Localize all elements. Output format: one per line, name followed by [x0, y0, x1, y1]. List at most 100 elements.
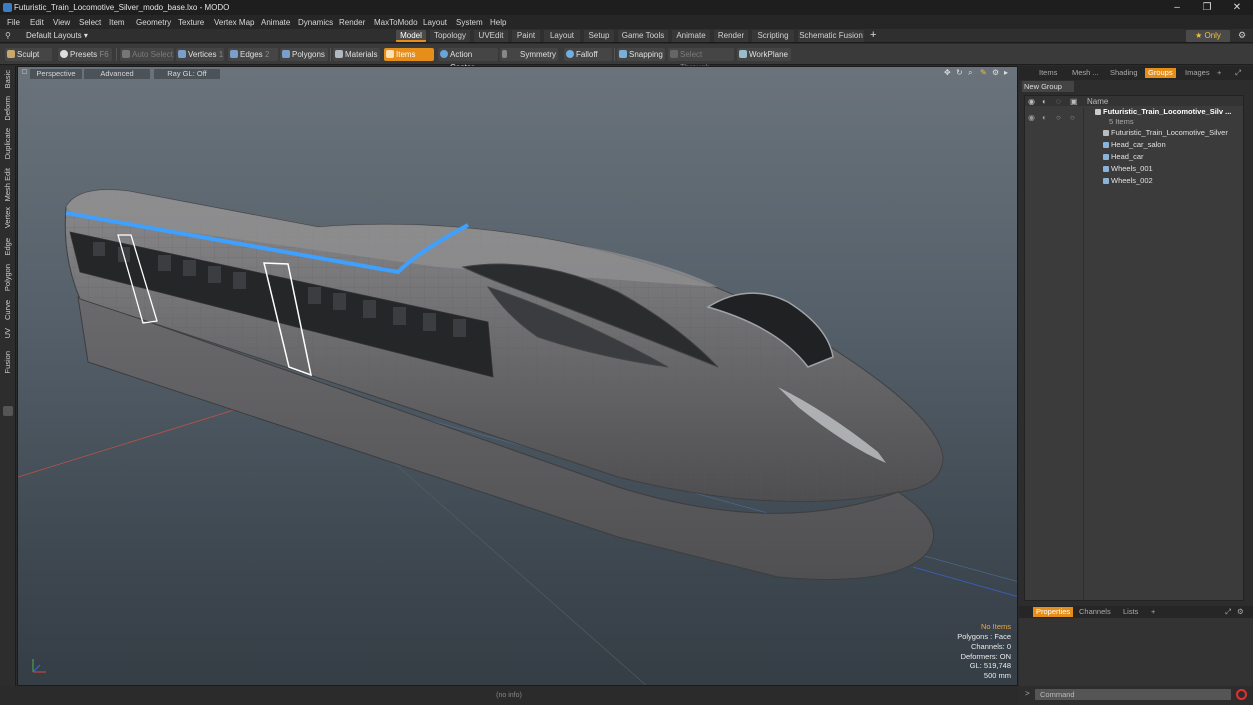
perspective-button[interactable]: Perspective — [30, 69, 82, 79]
gear-icon[interactable]: ⚙ — [1238, 30, 1246, 41]
tab-edge[interactable]: Edge — [3, 238, 12, 256]
lock-toggle-icon[interactable]: ○ — [1056, 113, 1061, 122]
vertices-button[interactable]: Vertices 1 — [176, 48, 224, 61]
menu-edit[interactable]: Edit — [30, 18, 44, 27]
menu-maxtomodo[interactable]: MaxToModo — [374, 18, 418, 27]
tree-item[interactable]: Head_car — [1103, 151, 1144, 162]
viewport-info: No Items Polygons : Face Channels: 0 Def… — [957, 622, 1011, 681]
tab-uv[interactable]: UV — [3, 328, 12, 338]
maximize-button[interactable]: ❐ — [1193, 1, 1221, 14]
tab-items[interactable]: Items — [1039, 68, 1057, 78]
menu-system[interactable]: System — [456, 18, 483, 27]
tab-images[interactable]: Images — [1185, 68, 1210, 78]
tab-basic[interactable]: Basic — [3, 70, 12, 88]
zoom-view-icon[interactable]: ⌕ — [968, 68, 972, 78]
tab-curve[interactable]: Curve — [3, 300, 12, 320]
advanced-button[interactable]: Advanced — [84, 69, 150, 79]
menu-animate[interactable]: Animate — [261, 18, 290, 27]
action-center-button[interactable]: Action Center — [438, 48, 498, 72]
tree-item[interactable]: Futuristic_Train_Locomotive_Silver — [1103, 127, 1228, 138]
tab-setup[interactable]: Setup — [584, 30, 614, 42]
menu-help[interactable]: Help — [490, 18, 506, 27]
add-tab-icon[interactable]: + — [1217, 68, 1221, 78]
sculpt-button[interactable]: Sculpt — [5, 48, 52, 61]
menu-render[interactable]: Render — [339, 18, 365, 27]
auto-select-button[interactable]: Auto Select — [120, 48, 174, 61]
menu-view[interactable]: View — [53, 18, 70, 27]
minimize-button[interactable]: – — [1163, 1, 1191, 14]
symmetry-button[interactable]: Symmetry — [500, 48, 558, 61]
expand-icon[interactable]: ⤢ — [1225, 607, 1231, 617]
menu-texture[interactable]: Texture — [178, 18, 204, 27]
tab-uvedit[interactable]: UVEdit — [474, 30, 508, 42]
tab-mesh-edit[interactable]: Mesh Edit — [3, 168, 12, 201]
tab-shading[interactable]: Shading — [1110, 68, 1138, 78]
add-tab-icon[interactable]: + — [1151, 607, 1155, 617]
tab-lists[interactable]: Lists — [1123, 607, 1138, 617]
items-button[interactable]: Items — [384, 48, 434, 61]
expand-icon[interactable]: ⤢ — [1235, 68, 1241, 78]
tab-schematic-fusion[interactable]: Schematic Fusion — [798, 30, 864, 42]
3d-viewport[interactable]: Perspective Advanced Ray GL: Off ✥ ↻ ⌕ ✎… — [17, 66, 1018, 686]
tab-vertex[interactable]: Vertex — [3, 207, 12, 228]
tab-animate[interactable]: Animate — [672, 30, 710, 42]
layout-select[interactable]: Default Layouts ▾ — [26, 31, 88, 40]
snapping-button[interactable]: Snapping — [617, 48, 665, 61]
render-view-icon[interactable]: ✎ — [980, 68, 987, 77]
record-icon[interactable] — [1236, 689, 1247, 700]
ray-gl-button[interactable]: Ray GL: Off — [154, 69, 220, 79]
menu-file[interactable]: File — [7, 18, 20, 27]
tab-layout[interactable]: Layout — [544, 30, 580, 42]
menu-geometry[interactable]: Geometry — [136, 18, 171, 27]
tab-model[interactable]: Model — [396, 30, 426, 42]
edges-shortcut: 2 — [264, 50, 270, 59]
tab-scripting[interactable]: Scripting — [752, 30, 794, 42]
workplane-button[interactable]: WorkPlane — [737, 48, 791, 61]
viewport-expand-icon[interactable]: ▸ — [1004, 68, 1008, 77]
menu-select[interactable]: Select — [79, 18, 101, 27]
tree-item[interactable]: Head_car_salon — [1103, 139, 1166, 150]
tab-game-tools[interactable]: Game Tools — [618, 30, 668, 42]
move-view-icon[interactable]: ✥ — [944, 68, 951, 77]
command-input[interactable]: Command — [1035, 689, 1231, 700]
viewport-menu-icon[interactable] — [22, 69, 27, 74]
tab-deform[interactable]: Deform — [3, 96, 12, 121]
tab-paint[interactable]: Paint — [512, 30, 540, 42]
tree-item[interactable]: Wheels_002 — [1103, 175, 1153, 186]
tree-item[interactable]: Wheels_001 — [1103, 163, 1153, 174]
tab-polygon[interactable]: Polygon — [3, 264, 12, 291]
close-button[interactable]: ✕ — [1223, 1, 1251, 14]
render-toggle-icon[interactable]: ◐ — [1042, 113, 1047, 122]
falloff-icon — [566, 50, 574, 58]
tab-groups[interactable]: Groups — [1145, 68, 1176, 78]
select-through-button[interactable]: Select Through — [668, 48, 734, 72]
tab-topology[interactable]: Topology — [430, 30, 470, 42]
left-tool-tabs: Basic Deform Duplicate Mesh Edit Vertex … — [0, 66, 16, 686]
new-group-button[interactable]: New Group — [1022, 81, 1074, 92]
only-toggle[interactable]: ★ Only — [1186, 30, 1230, 42]
tab-mesh[interactable]: Mesh ... — [1072, 68, 1099, 78]
tab-properties[interactable]: Properties — [1033, 607, 1074, 617]
panel-toggle-icon[interactable] — [3, 406, 13, 416]
menu-layout[interactable]: Layout — [423, 18, 447, 27]
viewport-header: Perspective Advanced Ray GL: Off ✥ ↻ ⌕ ✎… — [18, 67, 1017, 80]
tab-channels[interactable]: Channels — [1079, 607, 1111, 617]
tab-render[interactable]: Render — [714, 30, 748, 42]
add-tab-button[interactable]: + — [870, 29, 876, 41]
materials-button[interactable]: Materials — [333, 48, 380, 61]
gear-icon[interactable]: ⚙ — [1237, 607, 1244, 617]
falloff-button[interactable]: Falloff — [564, 48, 612, 61]
rotate-view-icon[interactable]: ↻ — [956, 68, 963, 77]
viewport-settings-icon[interactable]: ⚙ — [992, 68, 999, 77]
menu-dynamics[interactable]: Dynamics — [298, 18, 333, 27]
tab-duplicate[interactable]: Duplicate — [3, 128, 12, 159]
menu-item[interactable]: Item — [109, 18, 125, 27]
polygons-button[interactable]: Polygons — [280, 48, 328, 61]
visibility-toggle-icon[interactable]: ◉ — [1028, 113, 1035, 122]
menu-vertex-map[interactable]: Vertex Map — [214, 18, 254, 27]
select-toggle-icon[interactable]: ○ — [1070, 113, 1075, 122]
tab-fusion[interactable]: Fusion — [3, 351, 12, 374]
edges-button[interactable]: Edges 2 — [228, 48, 278, 61]
layout-pin-icon[interactable]: ⚲ — [5, 31, 11, 40]
presets-button[interactable]: Presets F6 — [58, 48, 112, 61]
